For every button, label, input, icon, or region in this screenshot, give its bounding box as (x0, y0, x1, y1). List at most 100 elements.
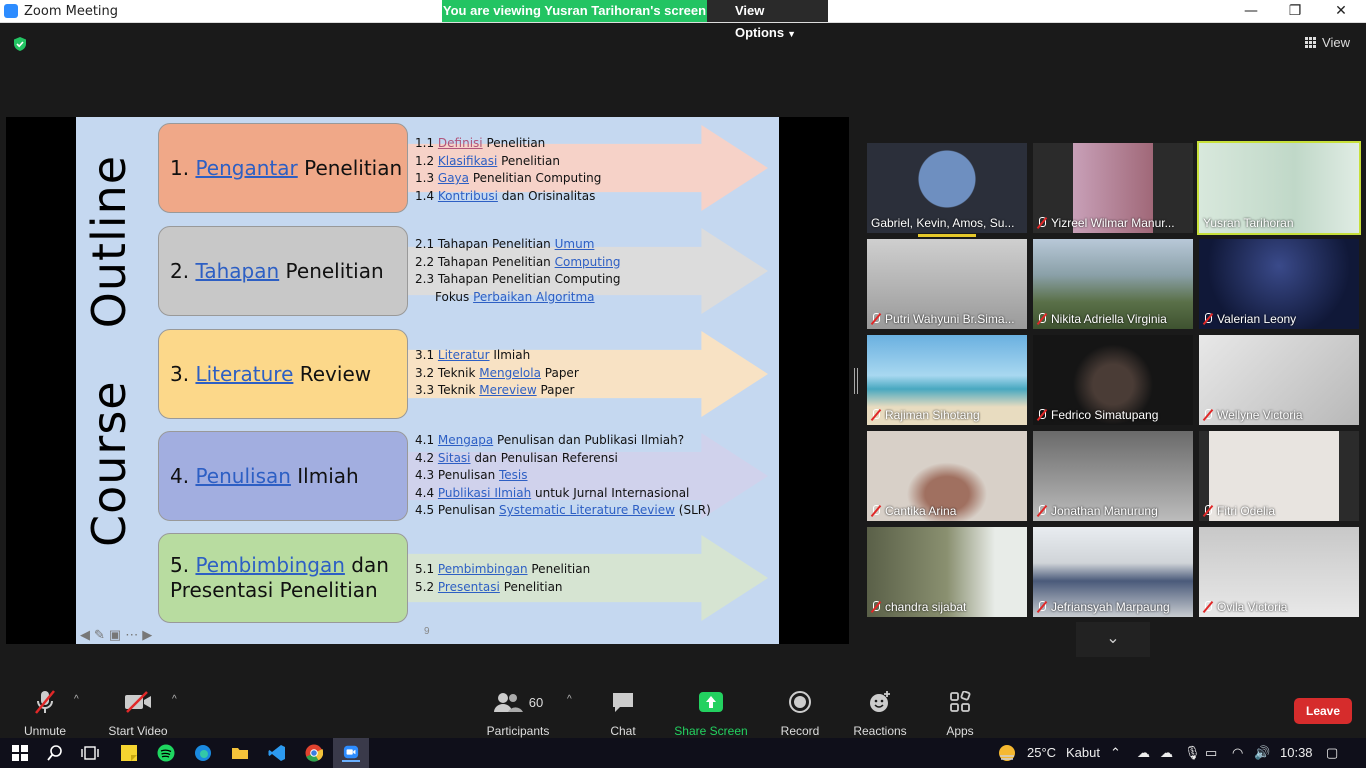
volume-icon[interactable]: 🔊 (1254, 745, 1270, 761)
more-icon[interactable]: ⋯ (125, 627, 138, 642)
list-item: 1.3 Gaya Penelitian Computing (415, 171, 602, 186)
muted-mic-icon (871, 601, 881, 612)
list-item: 4.2 Sitasi dan Penulisan Referensi (415, 450, 618, 465)
section-5-items: 5.1 Pembimbingan Penelitian 5.2 Presenta… (415, 561, 590, 596)
video-tile-active-speaker[interactable]: Yusran Tarihoran (1197, 141, 1361, 235)
close-button[interactable]: ✕ (1318, 0, 1364, 23)
share-screen-label: Share Screen (674, 724, 748, 738)
section-2: 2. Tahapan Penelitian 2.1 Tahapan Peneli… (158, 224, 768, 317)
video-tile[interactable]: Ovila Victoria (1199, 527, 1359, 617)
weather-condition[interactable]: Kabut (1066, 745, 1100, 760)
video-tile[interactable]: Rajiman Sihotang (867, 335, 1027, 425)
section-title-rest: Review (299, 361, 372, 386)
list-item: 5.2 Presentasi Penelitian (415, 579, 563, 594)
reactions-button[interactable]: Reactions (835, 680, 925, 738)
apps-label: Apps (946, 724, 974, 738)
participants-button[interactable]: 60 Participants (473, 680, 563, 738)
section-number: 3. (170, 361, 190, 386)
section-5-box: 5. Pembimbingan dan Presentasi Penelitian (158, 533, 408, 623)
onedrive-cloud-icon-2[interactable]: ☁ (1160, 745, 1173, 761)
clock-time[interactable]: 10:38 (1280, 745, 1313, 760)
view-options-button[interactable]: View Options ▼ (707, 0, 828, 40)
minimize-button[interactable]: — (1228, 0, 1274, 23)
section-title-link[interactable]: Pengantar (195, 156, 297, 180)
list-item: 1.4 Kontribusi dan Orisinalitas (415, 188, 596, 203)
weather-icon[interactable] (997, 743, 1017, 766)
list-item: 3.2 Teknik Mengelola Paper (415, 365, 579, 380)
participant-name: Ovila Victoria (1203, 600, 1287, 614)
battery-icon[interactable]: ▭ (1205, 745, 1217, 761)
start-video-button[interactable]: Start Video (93, 680, 183, 738)
show-hidden-icons-icon[interactable]: ⌃ (1110, 745, 1121, 761)
video-tile[interactable]: Fitri Odelia (1199, 431, 1359, 521)
chat-button[interactable]: Chat (578, 680, 668, 738)
edge-browser-icon[interactable] (194, 744, 212, 762)
participants-options-caret[interactable]: ^ (567, 694, 572, 705)
participant-name: Putri Wahyuni Br.Sima... (871, 312, 1015, 326)
task-view-icon[interactable] (81, 744, 99, 762)
participant-name: Fedrico Simatupang (1037, 408, 1158, 422)
unmute-button[interactable]: Unmute (0, 680, 90, 738)
video-tile[interactable]: Yizreel Wilmar Manur... (1033, 143, 1193, 233)
video-tile[interactable]: Gabriel, Kevin, Amos, Su... (867, 143, 1027, 233)
section-title-link[interactable]: Pembimbingan (195, 553, 344, 577)
video-tile[interactable]: Wellyne Victoria (1199, 335, 1359, 425)
record-button[interactable]: Record (755, 680, 845, 738)
video-tile[interactable]: Putri Wahyuni Br.Sima... (867, 239, 1027, 329)
video-tile[interactable]: Nikita Adriella Virginia (1033, 239, 1193, 329)
pen-icon[interactable]: ✎ (94, 627, 105, 642)
section-3-items: 3.1 Literatur Ilmiah 3.2 Teknik Mengelol… (415, 347, 579, 400)
muted-mic-icon (1037, 601, 1047, 612)
video-tile[interactable]: Valerian Leony (1199, 239, 1359, 329)
wifi-icon[interactable]: ◠ (1232, 745, 1243, 761)
video-tile[interactable]: Cantika Arina (867, 431, 1027, 521)
onedrive-cloud-icon[interactable]: ☁ (1137, 745, 1150, 761)
leave-meeting-button[interactable]: Leave (1294, 698, 1352, 724)
apps-button[interactable]: Apps (915, 680, 1005, 738)
muted-mic-icon (1203, 601, 1213, 612)
muted-mic-icon (1203, 313, 1213, 324)
participant-name: Gabriel, Kevin, Amos, Su... (871, 216, 1015, 230)
zoom-taskbar-icon[interactable] (342, 744, 360, 762)
next-slide-icon[interactable]: ▶ (142, 627, 152, 642)
video-options-caret[interactable]: ^ (172, 694, 177, 705)
view-layout-button[interactable]: View (1305, 35, 1350, 50)
restore-button[interactable]: ❐ (1272, 0, 1318, 23)
file-explorer-icon[interactable] (231, 744, 249, 762)
section-4-items: 4.1 Mengapa Penulisan dan Publikasi Ilmi… (415, 432, 711, 520)
search-icon[interactable] (46, 744, 64, 762)
video-tile[interactable]: Jonathan Manurung (1033, 431, 1193, 521)
sticky-notes-icon[interactable] (120, 744, 138, 762)
section-title-link[interactable]: Tahapan (195, 259, 279, 283)
share-screen-icon (666, 688, 756, 716)
windows-start-icon[interactable] (11, 744, 29, 762)
section-title-rest: Penelitian (285, 258, 384, 283)
participant-name: Nikita Adriella Virginia (1037, 312, 1167, 326)
weather-temperature[interactable]: 25°C (1027, 745, 1056, 760)
speaking-indicator (918, 234, 976, 237)
share-screen-button[interactable]: Share Screen (666, 680, 756, 738)
vscode-icon[interactable] (268, 744, 286, 762)
section-title-link[interactable]: Literature (195, 362, 293, 386)
microphone-icon[interactable]: 🎙 (1184, 745, 1201, 761)
notification-center-icon[interactable]: ▢ (1326, 745, 1338, 761)
list-item: 3.1 Literatur Ilmiah (415, 348, 531, 362)
slides-icon[interactable]: ▣ (109, 627, 121, 642)
spotify-icon[interactable] (157, 744, 175, 762)
list-item: 1.1 Definisi Penelitian (415, 136, 546, 150)
shared-screen[interactable]: Course Outline 1. Pengantar Penelitian 1.… (6, 117, 849, 644)
muted-mic-icon (1203, 409, 1213, 420)
section-1-box: 1. Pengantar Penelitian (158, 123, 408, 213)
list-item: 1.2 Klasifikasi Penelitian (415, 153, 560, 168)
chrome-icon[interactable] (305, 744, 323, 762)
prev-slide-icon[interactable]: ◀ (80, 627, 90, 642)
video-tile[interactable]: Jefriansyah Marpaung (1033, 527, 1193, 617)
section-title-link[interactable]: Penulisan (195, 464, 290, 488)
participant-name: Wellyne Victoria (1203, 408, 1303, 422)
panel-resize-handle[interactable] (854, 368, 858, 394)
gallery-next-page-button[interactable]: ⌄ (1076, 622, 1150, 657)
video-tile[interactable]: Fedrico Simatupang (1033, 335, 1193, 425)
video-tile[interactable]: chandra sijabat (867, 527, 1027, 617)
security-shield-icon[interactable] (12, 36, 28, 52)
audio-options-caret[interactable]: ^ (74, 694, 79, 705)
